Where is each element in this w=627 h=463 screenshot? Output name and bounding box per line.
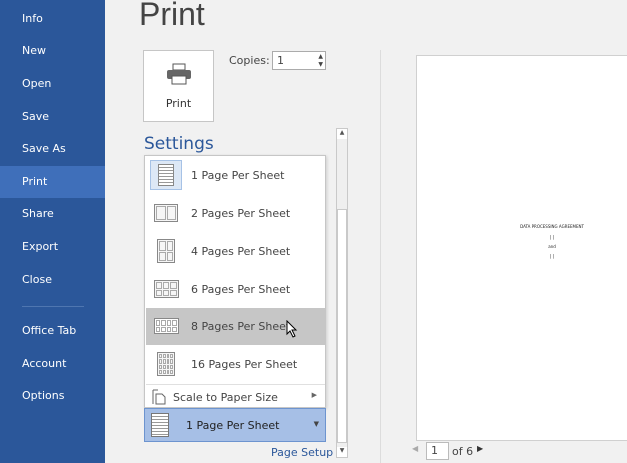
page-total: of 6 xyxy=(452,445,474,458)
page-title: Print xyxy=(139,0,205,32)
spinner-arrows-icon[interactable]: ▲ ▼ xyxy=(318,53,323,69)
page-setup-link[interactable]: Page Setup xyxy=(271,446,333,459)
six-pages-icon xyxy=(150,274,182,304)
doc-title: DATA PROCESSING AGREEMENT xyxy=(520,224,584,229)
print-preview-page: DATA PROCESSING AGREEMENT [ ] and [ ] xyxy=(416,55,627,441)
nav-share[interactable]: Share xyxy=(0,198,105,230)
panel-divider xyxy=(380,50,381,463)
menu-item-16-pages[interactable]: 16 Pages Per Sheet xyxy=(146,346,325,383)
eight-pages-icon xyxy=(150,311,182,341)
page-navigator: ◀ 1 of 6 ▶ xyxy=(412,441,612,461)
scroll-down-icon[interactable]: ▼ xyxy=(337,447,347,457)
scale-label: Scale to Paper Size xyxy=(173,391,278,404)
doc-line: [ ] xyxy=(549,235,555,240)
copies-label: Copies: xyxy=(229,54,270,67)
nav-export[interactable]: Export xyxy=(0,231,105,263)
doc-line: and xyxy=(548,244,556,249)
next-page-icon[interactable]: ▶ xyxy=(477,444,483,453)
nav-new[interactable]: New xyxy=(0,35,105,67)
menu-item-label: 6 Pages Per Sheet xyxy=(191,283,291,296)
nav-options[interactable]: Options xyxy=(0,380,105,412)
print-button-label: Print xyxy=(165,97,192,110)
scroll-thumb[interactable] xyxy=(337,209,347,443)
previous-page-icon[interactable]: ◀ xyxy=(412,444,418,453)
nav-print[interactable]: Print xyxy=(0,166,105,198)
sidebar-divider xyxy=(22,306,84,307)
backstage-sidebar: Info New Open Save Save As Print Share E… xyxy=(0,0,105,463)
pages-per-sheet-dropdown[interactable]: 1 Page Per Sheet ▼ xyxy=(144,408,326,442)
menu-item-1-page[interactable]: 1 Page Per Sheet xyxy=(146,157,325,194)
menu-item-label: 2 Pages Per Sheet xyxy=(191,207,291,220)
selected-option-label: 1 Page Per Sheet xyxy=(186,419,280,432)
copies-value: 1 xyxy=(277,54,284,67)
menu-item-label: 4 Pages Per Sheet xyxy=(191,245,291,258)
settings-heading: Settings xyxy=(144,134,214,154)
submenu-arrow-icon: ▶ xyxy=(311,391,317,399)
copies-stepper[interactable]: 1 ▲ ▼ xyxy=(272,51,326,70)
mouse-cursor-icon xyxy=(286,320,298,338)
sixteen-pages-icon xyxy=(150,349,182,379)
scale-page-icon xyxy=(152,389,166,405)
pages-per-sheet-menu: 1 Page Per Sheet 2 Pages Per Sheet 4 Pag… xyxy=(144,155,326,408)
one-page-icon xyxy=(151,413,169,437)
nav-save[interactable]: Save xyxy=(0,101,105,133)
menu-item-label: 8 Pages Per Sheet xyxy=(191,320,291,333)
nav-close[interactable]: Close xyxy=(0,264,105,296)
nav-office-tab[interactable]: Office Tab xyxy=(0,315,105,347)
menu-item-label: 16 Pages Per Sheet xyxy=(191,358,298,371)
settings-scrollbar[interactable]: ▲ ▼ xyxy=(336,128,348,458)
page-number-input[interactable]: 1 xyxy=(426,442,449,460)
nav-info[interactable]: Info xyxy=(0,3,105,35)
menu-item-4-pages[interactable]: 4 Pages Per Sheet xyxy=(146,233,325,270)
nav-save-as[interactable]: Save As xyxy=(0,133,105,165)
two-pages-icon xyxy=(150,198,182,228)
menu-item-8-pages[interactable]: 8 Pages Per Sheet xyxy=(146,308,325,345)
chevron-down-icon: ▼ xyxy=(313,420,319,428)
scroll-up-icon[interactable]: ▲ xyxy=(337,129,347,139)
scale-to-paper-size[interactable]: Scale to Paper Size ▶ xyxy=(146,384,325,408)
one-page-icon xyxy=(150,160,182,190)
four-pages-icon xyxy=(150,236,182,266)
nav-open[interactable]: Open xyxy=(0,68,105,100)
menu-item-label: 1 Page Per Sheet xyxy=(191,169,285,182)
menu-item-6-pages[interactable]: 6 Pages Per Sheet xyxy=(146,271,325,308)
nav-account[interactable]: Account xyxy=(0,348,105,380)
menu-item-2-pages[interactable]: 2 Pages Per Sheet xyxy=(146,195,325,232)
print-button[interactable]: Print xyxy=(143,50,214,122)
printer-icon xyxy=(167,63,191,85)
doc-line: [ ] xyxy=(549,254,555,259)
